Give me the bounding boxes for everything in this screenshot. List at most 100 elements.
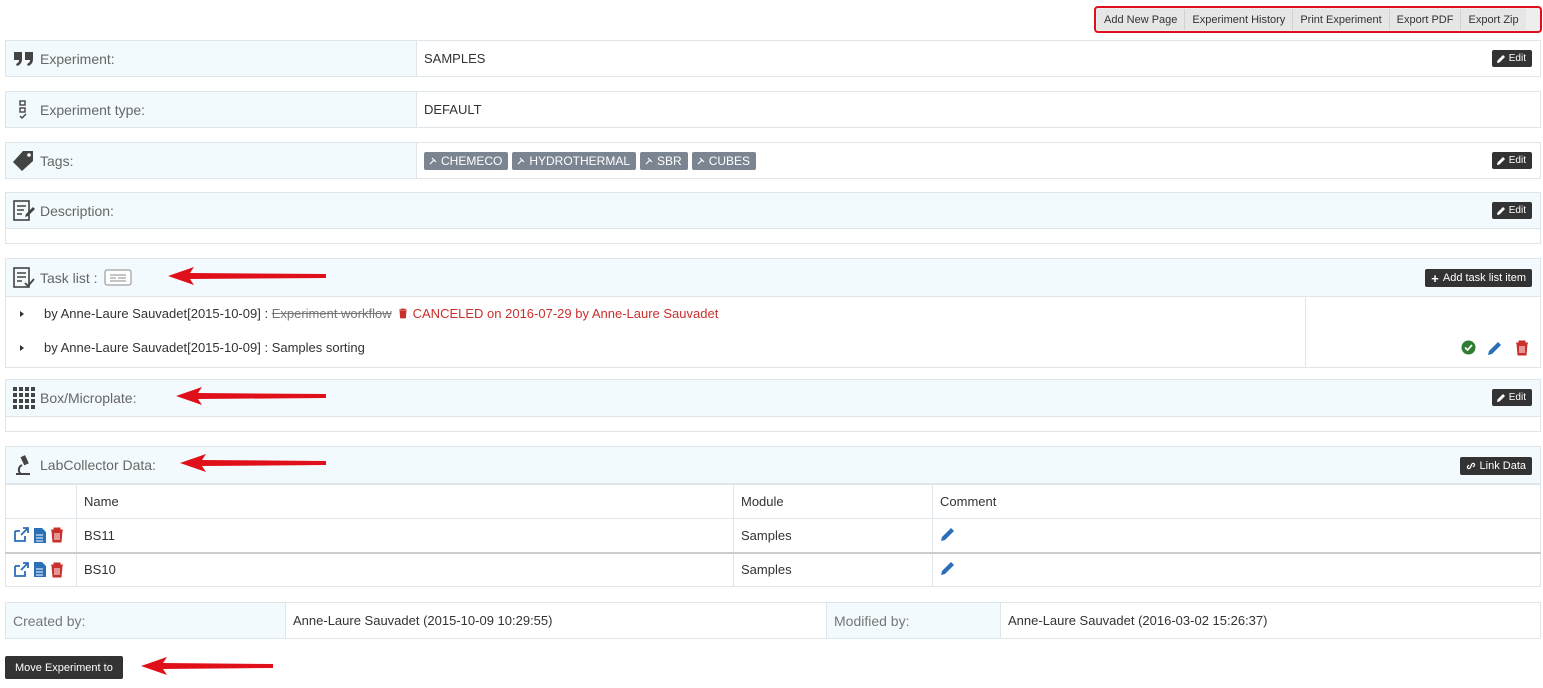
edit-comment-icon[interactable] (940, 526, 956, 542)
cell-comment (932, 551, 1541, 587)
box-edit-button[interactable]: Edit (1491, 389, 1532, 406)
annotation-arrow (168, 267, 326, 285)
description-icon (12, 199, 36, 222)
document-icon[interactable] (33, 561, 47, 578)
experiment-edit-label: Edit (1508, 53, 1526, 64)
actions-column-header (5, 484, 77, 519)
tag-badge[interactable]: HYDROTHERMAL (512, 151, 637, 170)
description-edit-button[interactable]: Edit (1491, 202, 1532, 219)
box-edit-label: Edit (1508, 392, 1526, 403)
task-title: Experiment workflow (271, 306, 392, 321)
task-list-label: Task list : (40, 269, 98, 286)
tag-badge[interactable]: CUBES (691, 151, 757, 170)
trash-icon[interactable] (50, 562, 64, 578)
created-by-value: Anne-Laure Sauvadet (2015-10-09 10:29:55… (285, 603, 826, 638)
tag-icon (697, 157, 705, 164)
annotation-arrow (176, 387, 326, 405)
tags-edit-button[interactable]: Edit (1491, 152, 1532, 169)
add-new-page-button[interactable]: Add New Page (1097, 9, 1186, 30)
experiment-edit-button[interactable]: Edit (1491, 50, 1532, 67)
cell-module: Samples (733, 518, 933, 553)
description-header: Description: Edit (5, 192, 1541, 229)
module-column-header: Module (733, 484, 933, 519)
task-author: by Anne-Laure Sauvadet[2015-10-09] : (44, 340, 269, 355)
experiment-toolbar: Add New Page Experiment History Print Ex… (1094, 6, 1542, 33)
tag-icon (429, 157, 437, 164)
export-pdf-button[interactable]: Export PDF (1389, 9, 1462, 30)
trash-icon[interactable] (50, 527, 64, 543)
experiment-type-label: Experiment type: (40, 101, 146, 118)
annotation-arrow (180, 454, 326, 472)
box-microplate-label: Box/Microplate: (40, 390, 137, 406)
move-experiment-button[interactable]: Move Experiment to (5, 656, 123, 679)
expand-icon[interactable] (20, 344, 24, 351)
link-data-label: Link Data (1479, 460, 1526, 472)
task-status: CANCELED on 2016-07-29 by Anne-Laure Sau… (412, 306, 719, 321)
external-link-icon[interactable] (13, 527, 29, 543)
pencil-icon (1496, 54, 1505, 63)
cell-module: Samples (733, 551, 933, 587)
description-edit-label: Edit (1508, 205, 1526, 216)
print-experiment-button[interactable]: Print Experiment (1293, 9, 1390, 30)
labcollector-table: Name Module Comment BS11 Samples BS10 Sa… (5, 484, 1541, 587)
tag-label: SBR (657, 153, 682, 168)
task-filter-icon[interactable] (104, 269, 132, 286)
tags-edit-label: Edit (1508, 155, 1526, 166)
description-label: Description: (40, 202, 114, 219)
table-row: BS10 Samples (5, 551, 1541, 587)
microscope-icon (12, 454, 36, 476)
cell-name: BS10 (76, 551, 734, 587)
link-data-button[interactable]: Link Data (1459, 457, 1532, 475)
experiment-type-row: Experiment type: DEFAULT (5, 91, 1541, 128)
add-task-list-item-label: Add task list item (1442, 272, 1526, 284)
tags-label: Tags: (40, 152, 74, 169)
annotation-arrow (141, 657, 273, 675)
external-link-icon[interactable] (13, 561, 29, 578)
pencil-icon (1496, 156, 1505, 165)
grid-icon (12, 387, 36, 409)
experiment-type-value: DEFAULT (416, 92, 1540, 127)
tags-row: Tags: CHEMECO HYDROTHERMAL SBR CUBES Edi… (5, 142, 1541, 179)
row-actions (5, 551, 77, 587)
modified-by-label: Modified by: (826, 603, 1000, 638)
cell-name: BS11 (76, 518, 734, 553)
tag-icon (645, 157, 653, 164)
modified-by-value: Anne-Laure Sauvadet (2016-03-02 15:26:37… (1000, 603, 1540, 638)
table-header-row: Name Module Comment (5, 484, 1541, 519)
tag-badge[interactable]: SBR (640, 151, 688, 170)
experiment-label-cell: Experiment: (6, 41, 416, 76)
tags-label-cell: Tags: (6, 143, 416, 178)
plus-icon: + (1431, 270, 1439, 286)
tag-label: CHEMECO (441, 153, 503, 168)
expand-icon[interactable] (20, 310, 24, 317)
quote-icon (12, 48, 36, 70)
task-author: by Anne-Laure Sauvadet[2015-10-09] : (44, 306, 269, 321)
tag-icon (517, 157, 525, 164)
table-row: BS11 Samples (5, 518, 1541, 553)
experiment-history-button[interactable]: Experiment History (1185, 9, 1294, 30)
labcollector-label: LabCollector Data: (40, 457, 156, 473)
comment-column-header: Comment (932, 484, 1541, 519)
audit-footer: Created by: Anne-Laure Sauvadet (2015-10… (5, 602, 1541, 639)
tag-label: HYDROTHERMAL (529, 153, 631, 168)
check-circle-icon[interactable] (1461, 340, 1476, 358)
add-task-list-item-button[interactable]: + Add task list item (1425, 269, 1532, 287)
task-list-divider (1305, 296, 1306, 367)
task-list-item[interactable]: by Anne-Laure Sauvadet[2015-10-09] : Exp… (20, 306, 718, 321)
pencil-icon (1496, 393, 1505, 402)
export-zip-button[interactable]: Export Zip (1461, 9, 1526, 30)
tag-badge[interactable]: CHEMECO (424, 151, 509, 170)
trash-icon[interactable] (398, 308, 408, 319)
edit-comment-icon[interactable] (940, 560, 956, 576)
pencil-icon[interactable] (1487, 340, 1503, 359)
experiment-value: SAMPLES (416, 41, 1540, 76)
task-list-item[interactable]: by Anne-Laure Sauvadet[2015-10-09] : Sam… (20, 340, 365, 355)
document-icon[interactable] (33, 527, 47, 544)
pencil-icon (1496, 206, 1505, 215)
box-microplate-body (5, 417, 1541, 432)
checklist-icon (12, 99, 36, 121)
task-list-icon (12, 266, 36, 289)
tag-icon (12, 150, 36, 172)
trash-icon[interactable] (1515, 340, 1529, 359)
experiment-label: Experiment: (40, 50, 115, 67)
